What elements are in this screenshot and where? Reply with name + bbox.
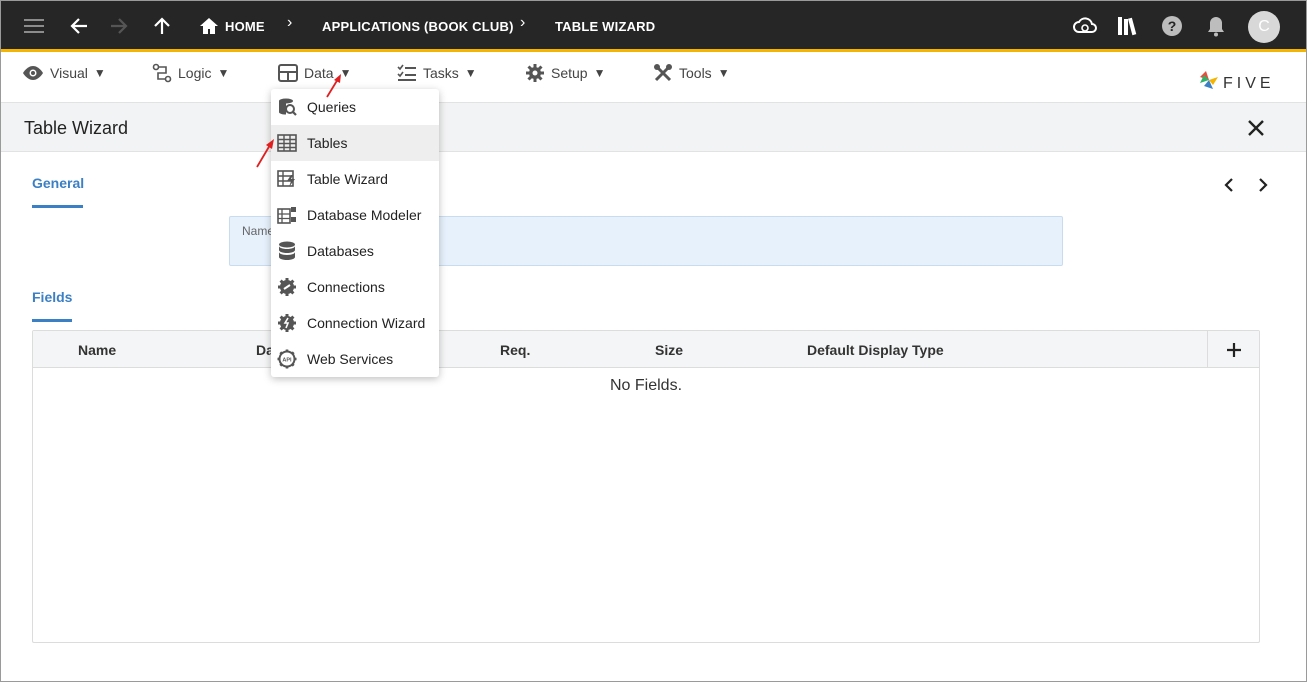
menu-icon[interactable] [23,14,47,38]
breadcrumb-applications[interactable]: APPLICATIONS (BOOK CLUB) [322,19,514,34]
menu-item-label: Web Services [307,351,394,367]
menu-item-database-modeler[interactable]: Database Modeler [271,197,439,233]
menu-item-tables[interactable]: Tables [271,125,439,161]
caret-down-icon: ▼ [593,66,606,80]
chevron-left-icon [1224,178,1233,192]
eye-icon [23,66,43,80]
up-arrow-icon[interactable] [150,14,174,38]
page-title: Table Wizard [24,118,129,138]
menu-logic[interactable]: Logic ▼ [152,63,229,83]
bell-icon[interactable] [1204,14,1228,38]
library-icon[interactable] [1116,14,1140,38]
data-menu-dropdown: Queries Tables Table Wizard Database Mod… [271,89,439,377]
name-field-label: Name [242,224,275,238]
five-logo: FIVE [1200,71,1275,92]
logic-icon [152,63,172,83]
tab-general[interactable]: General [32,175,84,191]
menu-setup[interactable]: Setup ▼ [525,63,605,83]
forward-arrow-icon [107,14,131,38]
queries-icon [277,97,297,117]
caret-down-icon: ▼ [217,66,230,80]
caret-down-icon: ▼ [464,66,477,80]
add-field-button[interactable] [1207,331,1259,368]
table-wizard-icon [277,169,297,189]
menu-data[interactable]: Data ▼ [278,63,351,83]
plus-icon [1226,342,1241,357]
menu-item-label: Databases [307,243,374,259]
menu-item-label: Queries [307,99,357,115]
tab-fields[interactable]: Fields [32,289,72,305]
databases-icon [277,241,297,261]
column-header-required[interactable]: Req. [500,342,530,358]
breadcrumb-home[interactable]: HOME [225,19,265,34]
avatar[interactable]: C [1248,11,1280,43]
menu-item-label: Table Wizard [307,171,388,187]
back-arrow-icon[interactable] [67,14,91,38]
home-icon[interactable] [197,14,221,38]
fields-table-header: Name Da Req. Size Default Display Type [33,331,1259,368]
tools-icon [654,64,672,82]
column-header-name[interactable]: Name [78,342,116,358]
column-header-default-display-type[interactable]: Default Display Type [807,342,944,358]
menu-item-connections[interactable]: Connections [271,269,439,305]
menu-item-queries[interactable]: Queries [271,89,439,125]
caret-down-icon: ▼ [717,66,730,80]
menu-item-label: Connection Wizard [307,315,426,331]
connection-wizard-icon [277,313,297,333]
svg-text:API: API [282,357,292,363]
menu-bar: Visual ▼ Logic ▼ Data ▼ Tasks ▼ Setup ▼ … [0,55,1307,103]
caret-down-icon: ▼ [93,66,106,80]
tables-icon [277,133,297,153]
menu-item-table-wizard[interactable]: Table Wizard [271,161,439,197]
svg-text:?: ? [1168,18,1177,34]
menu-tasks[interactable]: Tasks ▼ [397,63,477,83]
table-icon [278,64,298,82]
chevron-right-icon [1259,178,1268,192]
menu-item-label: Tables [307,135,348,151]
tab-general-underline [32,205,83,208]
menu-item-web-services[interactable]: API Web Services [271,341,439,377]
menu-tools-label: Tools [679,65,712,81]
menu-item-databases[interactable]: Databases [271,233,439,269]
web-services-icon: API [277,349,297,369]
gear-icon [526,64,544,82]
tab-fields-underline [32,319,72,322]
chevron-right-icon: › [287,14,293,31]
menu-visual-label: Visual [50,65,88,81]
menu-item-label: Connections [307,279,385,295]
menu-logic-label: Logic [178,65,212,81]
help-icon[interactable]: ? [1160,14,1184,38]
previous-button[interactable] [1219,175,1239,195]
next-button[interactable] [1253,175,1273,195]
database-modeler-icon [277,205,297,225]
breadcrumb-table-wizard: TABLE WIZARD [555,19,656,34]
close-icon [1248,120,1264,136]
connections-icon [277,277,297,297]
logo-text: FIVE [1223,75,1275,92]
menu-setup-label: Setup [551,65,588,81]
empty-message: No Fields. [609,377,683,394]
close-button[interactable] [1244,116,1268,140]
cloud-sync-icon[interactable] [1073,14,1097,38]
menu-tools[interactable]: Tools ▼ [653,63,730,83]
top-bar: HOME › APPLICATIONS (BOOK CLUB) › TABLE … [0,0,1307,52]
chevron-right-icon: › [520,14,526,31]
fields-table: Name Da Req. Size Default Display Type N… [32,330,1260,643]
menu-item-label: Database Modeler [307,207,422,223]
menu-tasks-label: Tasks [423,65,459,81]
menu-data-label: Data [304,65,334,81]
menu-item-connection-wizard[interactable]: Connection Wizard [271,305,439,341]
caret-down-icon: ▼ [339,66,352,80]
menu-visual[interactable]: Visual ▼ [22,63,106,83]
panel-header: Table Wizard [0,103,1307,152]
column-header-size[interactable]: Size [655,342,683,358]
tasks-icon [397,64,416,81]
